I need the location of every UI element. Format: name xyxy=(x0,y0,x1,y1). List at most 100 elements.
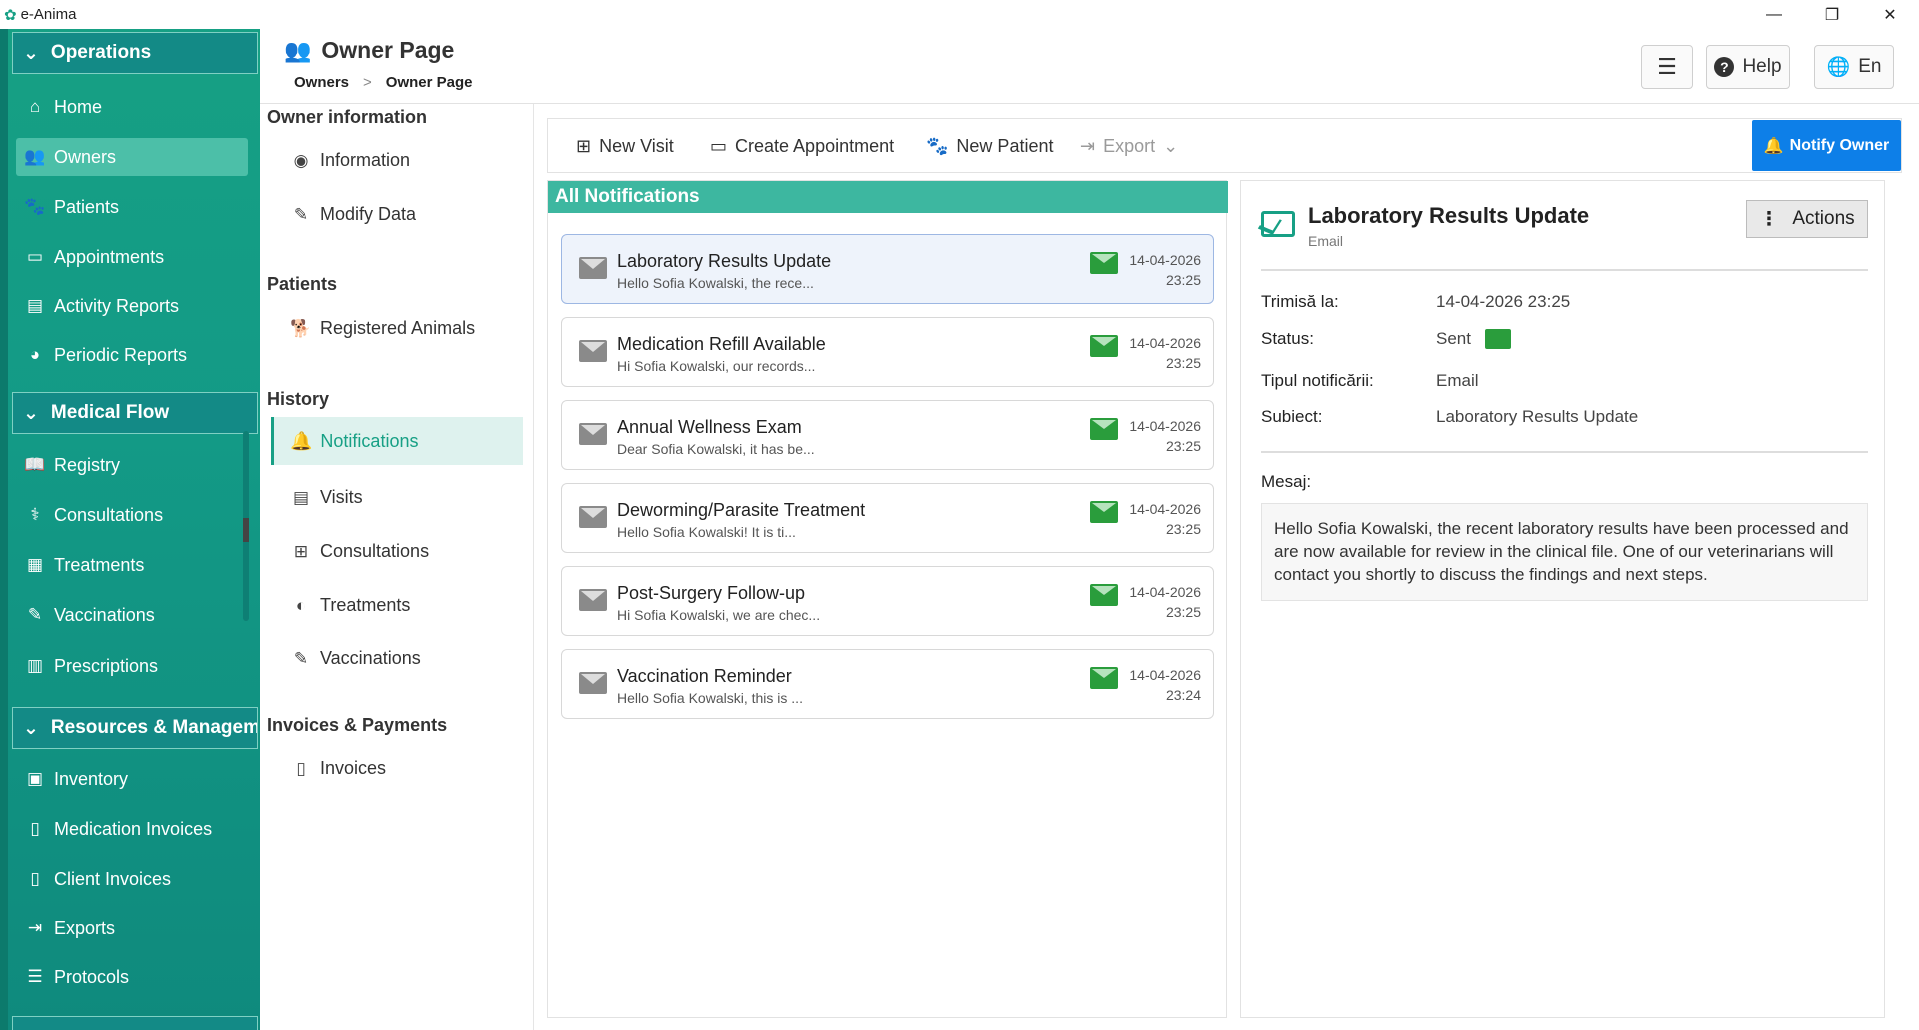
notification-card[interactable]: Annual Wellness Exam Dear Sofia Kowalski… xyxy=(561,400,1214,470)
paw-icon: 🐾 xyxy=(24,197,46,216)
sidebar-item-label: Home xyxy=(54,96,103,117)
section-history: History xyxy=(267,389,330,409)
notification-datetime: 14-04-2026 23:25 xyxy=(1129,250,1201,290)
sent-envelope-check-icon xyxy=(1090,252,1118,274)
sidebar-item-home[interactable]: ⌂ Home xyxy=(16,88,248,126)
nav-visits[interactable]: ▤ Visits xyxy=(290,487,363,508)
sidebar-item-protocols[interactable]: ☰ Protocols xyxy=(16,958,248,996)
notification-card[interactable]: Post-Surgery Follow-up Hi Sofia Kowalski… xyxy=(561,566,1214,636)
sidebar-item-vaccinations[interactable]: ✎ Vaccinations xyxy=(16,596,248,634)
calendar-icon: ▭ xyxy=(710,135,728,156)
close-button[interactable]: ✕ xyxy=(1861,0,1919,29)
notification-type-label: Tipul notificării: xyxy=(1261,371,1374,390)
sidebar-item-exports[interactable]: ⇥ Exports xyxy=(16,909,248,947)
boxes-icon: ▣ xyxy=(26,769,44,788)
restore-button[interactable]: ❐ xyxy=(1803,0,1861,29)
notification-type-value: Email xyxy=(1436,371,1479,391)
new-patient-button[interactable]: 🐾 New Patient xyxy=(926,119,1053,173)
paw-logo-icon: ✿ xyxy=(4,6,17,24)
sidebar-item-activity-reports[interactable]: ▤ Activity Reports xyxy=(16,287,248,325)
notifications-list-panel: All Notifications Laboratory Results Upd… xyxy=(547,180,1228,1018)
menu-button[interactable]: ☰ xyxy=(1641,45,1693,89)
button-label: New Visit xyxy=(599,135,674,156)
group-medical-flow[interactable]: ⌄ Medical Flow xyxy=(12,392,258,434)
nav-registered-animals[interactable]: 🐕 Registered Animals xyxy=(290,318,475,339)
nav-label: Information xyxy=(320,150,411,170)
notification-card[interactable]: Medication Refill Available Hi Sofia Kow… xyxy=(561,317,1214,387)
splitter-handle[interactable] xyxy=(243,518,249,542)
divider xyxy=(1261,269,1868,271)
notification-card[interactable]: Laboratory Results Update Hello Sofia Ko… xyxy=(561,234,1214,304)
nav-label: Invoices xyxy=(320,758,387,778)
export-file-icon: ⇥ xyxy=(27,918,43,937)
actions-button[interactable]: ⋮ Actions xyxy=(1746,200,1868,238)
nav-modify-data[interactable]: ✎ Modify Data xyxy=(290,204,416,225)
notification-snippet: Hello Sofia Kowalski, this is ... xyxy=(617,690,803,706)
dog-icon: 🐕 xyxy=(290,318,312,338)
new-visit-button[interactable]: ⊞ New Visit xyxy=(576,119,674,173)
book-icon: 📖 xyxy=(24,455,46,474)
notification-snippet: Hi Sofia Kowalski, we are chec... xyxy=(617,607,821,623)
sidebar-item-medication-invoices[interactable]: ▯ Medication Invoices xyxy=(16,810,248,848)
help-button[interactable]: ? Help xyxy=(1706,45,1790,89)
notification-time: 23:25 xyxy=(1165,355,1201,371)
envelope-icon xyxy=(579,589,607,611)
notification-datetime: 14-04-2026 23:25 xyxy=(1129,333,1201,373)
sidebar-item-patients[interactable]: 🐾 Patients xyxy=(16,188,248,226)
sidebar-item-label: Registry xyxy=(54,454,121,475)
nav-treatments[interactable]: ◐ Treatments xyxy=(290,595,411,616)
nav-notifications[interactable]: 🔔 Notifications xyxy=(271,417,523,465)
notify-owner-button[interactable]: 🔔 Notify Owner xyxy=(1752,120,1901,171)
sidebar-item-prescriptions[interactable]: ▥ Prescriptions xyxy=(16,647,248,685)
nav-label: Modify Data xyxy=(320,204,417,224)
sidebar-item-client-invoices[interactable]: ▯ Client Invoices xyxy=(16,860,248,898)
notification-card[interactable]: Deworming/Parasite Treatment Hello Sofia… xyxy=(561,483,1214,553)
create-appointment-button[interactable]: ▭ Create Appointment xyxy=(710,119,894,173)
breadcrumb-owners[interactable]: Owners xyxy=(294,74,349,91)
notification-title: Deworming/Parasite Treatment xyxy=(617,500,866,520)
page-scrollbar[interactable] xyxy=(1889,180,1903,1018)
users-icon: 👥 xyxy=(284,37,312,63)
sidebar-item-label: Medication Invoices xyxy=(54,818,213,839)
notification-date: 14-04-2026 xyxy=(1129,418,1201,434)
detail-type: Email xyxy=(1308,233,1344,249)
subject-label: Subiect: xyxy=(1261,407,1323,426)
notification-card[interactable]: Vaccination Reminder Hello Sofia Kowalsk… xyxy=(561,649,1214,719)
sidebar-stripe xyxy=(0,29,8,1030)
group-resources[interactable]: ⌄ Resources & Management xyxy=(12,707,258,749)
bell-icon: 🔔 xyxy=(290,430,313,451)
nav-invoices[interactable]: ▯ Invoices xyxy=(290,758,386,779)
notification-detail-panel: Laboratory Results Update Email ⋮ Action… xyxy=(1240,180,1885,1018)
notification-time: 23:24 xyxy=(1165,687,1201,703)
sidebar-item-periodic-reports[interactable]: ◕ Periodic Reports xyxy=(16,336,248,374)
language-button[interactable]: 🌐 En xyxy=(1814,45,1894,89)
nav-consultations[interactable]: ⊞ Consultations xyxy=(290,541,429,562)
section-patients: Patients xyxy=(267,274,338,294)
app-title: ✿ e-Anima xyxy=(4,6,76,24)
nav-vaccinations[interactable]: ✎ Vaccinations xyxy=(290,648,421,669)
nav-information[interactable]: ◉ Information xyxy=(290,150,410,171)
button-label: Actions xyxy=(1792,208,1855,229)
sidebar-item-consultations[interactable]: ⚕ Consultations xyxy=(16,496,248,534)
chevron-down-icon: ⌄ xyxy=(23,717,39,739)
export-button[interactable]: ⇥ Export ⌄ xyxy=(1080,119,1178,173)
sidebar-item-label: Vaccinations xyxy=(54,604,155,625)
sidebar-item-appointments[interactable]: ▭ Appointments xyxy=(16,238,248,276)
subject-value: Laboratory Results Update xyxy=(1436,407,1638,427)
sidebar-item-registry[interactable]: 📖 Registry xyxy=(16,446,248,484)
globe-icon: 🌐 xyxy=(1826,57,1851,78)
envelope-icon xyxy=(579,340,607,362)
sidebar-item-label: Treatments xyxy=(54,554,145,575)
chart-icon: ▤ xyxy=(26,296,44,315)
sidebar-item-owners[interactable]: 👥 Owners xyxy=(16,138,248,176)
group-operations[interactable]: ⌄ Operations xyxy=(12,32,258,74)
sidebar-item-treatments[interactable]: ▦ Treatments xyxy=(16,546,248,584)
group-collapsed-next[interactable] xyxy=(12,1016,258,1030)
minimize-button[interactable]: — xyxy=(1745,0,1803,29)
section-invoices-payments: Invoices & Payments xyxy=(267,715,448,735)
medical-square-icon: ⊞ xyxy=(293,541,309,561)
notification-time: 23:25 xyxy=(1165,521,1201,537)
notification-snippet: Dear Sofia Kowalski, it has be... xyxy=(617,441,815,457)
sidebar-item-inventory[interactable]: ▣ Inventory xyxy=(16,760,248,798)
sidebar-item-label: Prescriptions xyxy=(54,655,159,676)
